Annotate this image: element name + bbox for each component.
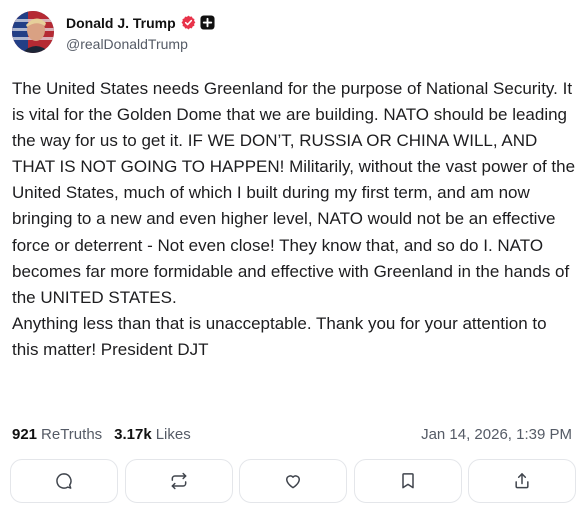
likes-stat[interactable]: 3.17k Likes: [114, 426, 191, 443]
retruths-stat[interactable]: 921 ReTruths: [12, 426, 102, 443]
display-name[interactable]: Donald J. Trump: [66, 15, 176, 31]
like-icon: [286, 475, 300, 489]
author-info: Donald J. Trump @realDonaldTrump: [66, 13, 215, 52]
post-stats: 921 ReTruths 3.17k Likes Jan 14, 2026, 1…: [12, 423, 572, 445]
reply-button[interactable]: [10, 459, 118, 503]
retruth-button[interactable]: [124, 459, 233, 503]
bookmark-button[interactable]: [353, 459, 462, 503]
user-handle[interactable]: @realDonaldTrump: [66, 36, 215, 52]
truth-post: Donald J. Trump @realDonaldTrump The Uni…: [0, 0, 586, 530]
action-bar: [10, 459, 576, 503]
retruth-icon: [171, 472, 186, 490]
post-header: Donald J. Trump @realDonaldTrump: [12, 8, 215, 56]
retruths-count: 921: [12, 425, 38, 443]
retruths-label: ReTruths: [41, 425, 103, 443]
bookmark-icon: [401, 473, 414, 489]
reply-icon: [56, 473, 72, 489]
avatar[interactable]: [12, 11, 54, 53]
post-timestamp[interactable]: Jan 14, 2026, 1:39 PM: [421, 426, 572, 443]
likes-label: Likes: [155, 425, 191, 443]
share-button[interactable]: [468, 459, 576, 503]
post-text: The United States needs Greenland for th…: [12, 79, 576, 359]
name-row: Donald J. Trump: [66, 13, 215, 33]
verified-badge-icon: [181, 15, 196, 30]
like-button[interactable]: [239, 459, 347, 503]
likes-count: 3.17k: [114, 425, 152, 443]
plus-badge-icon: [200, 15, 215, 30]
share-icon: [515, 473, 529, 489]
